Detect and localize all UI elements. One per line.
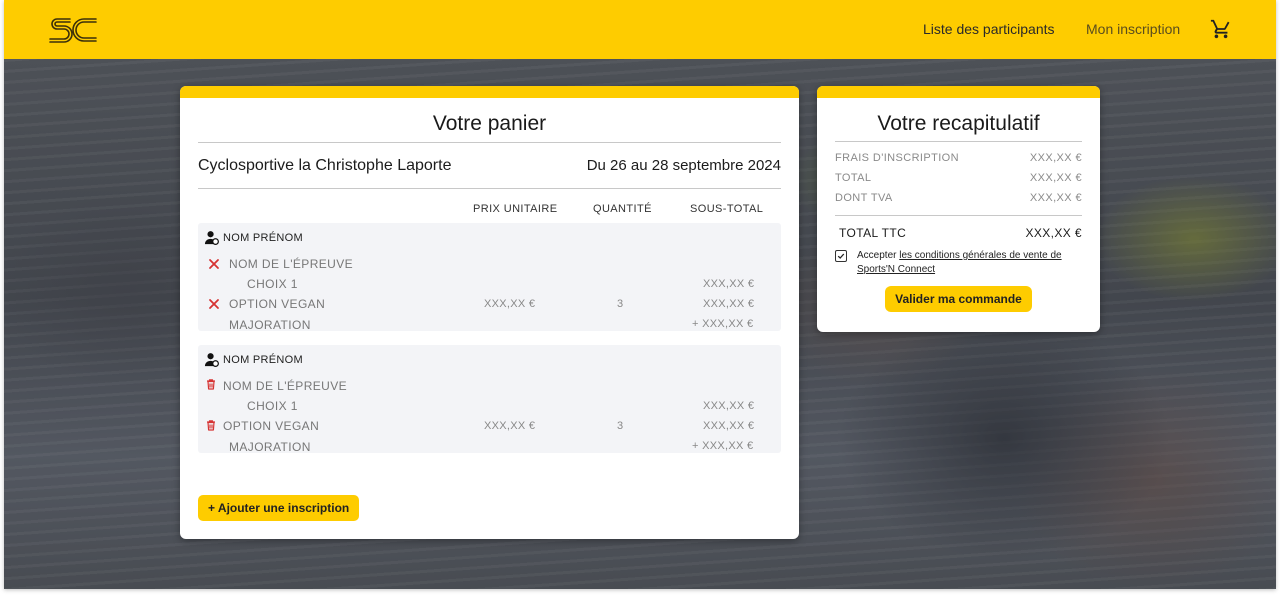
quantity: 3	[617, 298, 624, 310]
nav-my-registration-link[interactable]: Mon inscription	[1086, 21, 1180, 37]
divider	[835, 141, 1082, 142]
card-accent-bar	[817, 86, 1100, 98]
person-name: NOM PRÉNOM	[223, 231, 303, 244]
person-name: NOM PRÉNOM	[223, 353, 303, 366]
close-icon[interactable]	[208, 298, 220, 310]
add-registration-button[interactable]: + Ajouter une inscription	[198, 495, 360, 521]
summary-row-label: FRAIS D'INSCRIPTION	[835, 152, 959, 164]
person-row: NOM PRÉNOM	[204, 352, 303, 367]
summary-row-value: XXX,XX €	[1029, 172, 1082, 184]
person-icon	[204, 353, 219, 367]
total-ttc-row: TOTAL TTC XXX,XX €	[835, 226, 1082, 240]
validate-order-button[interactable]: Valider ma commande	[885, 286, 1032, 312]
subtotal-choice: XXX,XX €	[703, 400, 755, 412]
nav-participants-link[interactable]: Liste des participants	[923, 21, 1055, 37]
shopping-cart-icon[interactable]	[1210, 18, 1232, 40]
summary-title: Votre recapitulatif	[877, 112, 1040, 135]
summary-row-value: XXX,XX €	[1029, 192, 1082, 204]
total-ttc-label: TOTAL TTC	[839, 226, 907, 240]
choice-label: CHOIX 1	[247, 277, 298, 291]
subtotal-surcharge: + XXX,XX €	[692, 440, 754, 452]
subtotal-surcharge: + XXX,XX €	[692, 318, 754, 330]
surcharge-label: MAJORATION	[229, 318, 311, 332]
registration-block: NOM PRÉNOM NOM DE L'ÉPREUVE CHOIX 1 OPTI…	[198, 345, 781, 454]
subtotal-option: XXX,XX €	[703, 420, 755, 432]
terms-checkbox[interactable]	[835, 250, 847, 262]
choice-label: CHOIX 1	[247, 399, 298, 413]
close-icon[interactable]	[208, 258, 220, 270]
terms-prefix: Accepter	[857, 250, 900, 261]
quantity: 3	[617, 420, 624, 432]
summary-row: DONT TVA XXX,XX €	[835, 188, 1082, 208]
page: Liste des participants Mon inscription V…	[4, 0, 1276, 589]
col-unit-price: PRIX UNITAIRE	[473, 203, 558, 215]
col-subtotal: SOUS-TOTAL	[690, 203, 764, 215]
divider	[835, 215, 1082, 216]
summary-row-label: TOTAL	[835, 172, 872, 184]
subtotal-option: XXX,XX €	[703, 298, 755, 310]
person-row: NOM PRÉNOM	[204, 230, 303, 245]
unit-price: XXX,XX €	[484, 420, 536, 432]
card-accent-bar	[180, 86, 799, 98]
cart-card: Votre panier Cyclosportive la Christophe…	[180, 86, 799, 539]
total-ttc-value: XXX,XX €	[1025, 226, 1082, 240]
option-label: OPTION VEGAN	[223, 419, 320, 433]
unit-price: XXX,XX €	[484, 298, 536, 310]
registration-block: NOM PRÉNOM NOM DE L'ÉPREUVE CHOIX 1 OPTI…	[198, 223, 781, 332]
terms-row: Accepter les conditions générales de ven…	[835, 249, 1082, 277]
summary-row: TOTAL XXX,XX €	[835, 168, 1082, 188]
subtotal-choice: XXX,XX €	[703, 278, 755, 290]
surcharge-label: MAJORATION	[229, 440, 311, 454]
event-name: Cyclosportive la Christophe Laporte	[198, 156, 452, 174]
summary-row-value: XXX,XX €	[1029, 152, 1082, 164]
trash-icon[interactable]	[205, 378, 217, 390]
sportsnconnect-logo[interactable]	[48, 15, 98, 45]
checkmark-icon	[837, 253, 845, 259]
option-label: OPTION VEGAN	[229, 297, 326, 311]
cart-column-headers: PRIX UNITAIRE QUANTITÉ SOUS-TOTAL	[198, 189, 781, 221]
summary-card: Votre recapitulatif FRAIS D'INSCRIPTION …	[817, 86, 1100, 332]
col-quantity: QUANTITÉ	[593, 203, 652, 215]
event-label: NOM DE L'ÉPREUVE	[223, 379, 348, 393]
summary-row-label: DONT TVA	[835, 192, 893, 204]
event-date: Du 26 au 28 septembre 2024	[586, 157, 781, 174]
cart-title: Votre panier	[432, 112, 547, 135]
summary-row: FRAIS D'INSCRIPTION XXX,XX €	[835, 148, 1082, 168]
trash-icon[interactable]	[205, 419, 217, 431]
top-navbar: Liste des participants Mon inscription	[4, 0, 1276, 59]
event-label: NOM DE L'ÉPREUVE	[229, 257, 354, 271]
person-icon	[204, 231, 219, 245]
